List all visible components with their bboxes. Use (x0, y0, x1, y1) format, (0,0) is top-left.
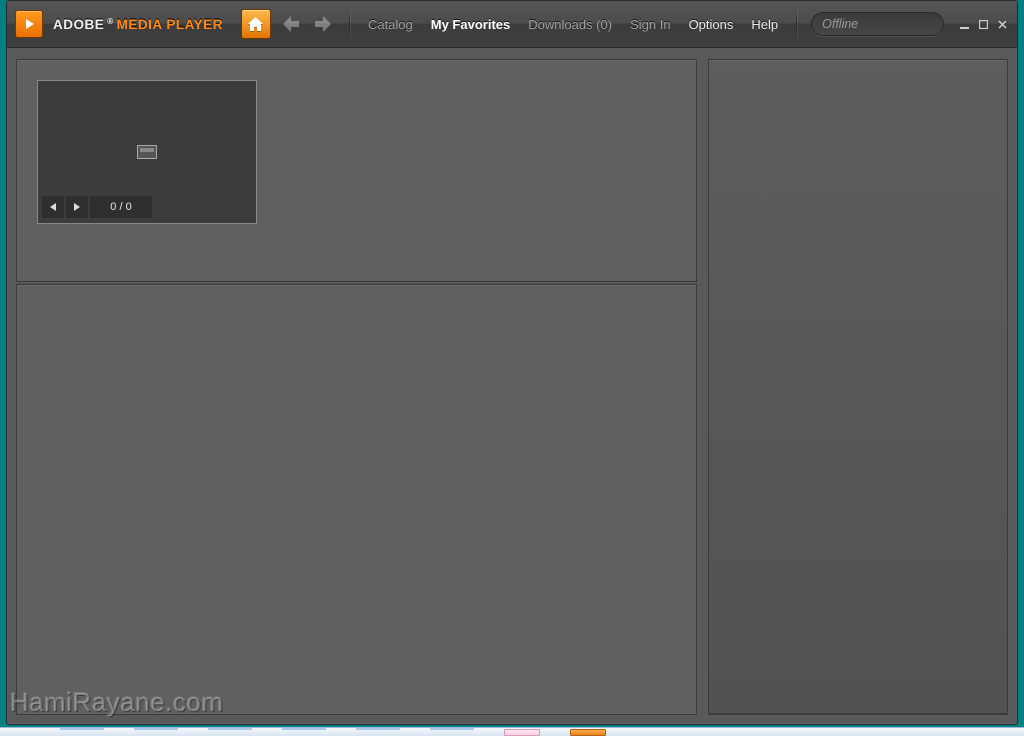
media-thumbnail[interactable]: 0 / 0 (37, 80, 257, 224)
minimize-icon (960, 20, 969, 29)
main-panel (16, 284, 697, 715)
search-placeholder: Offline (822, 17, 858, 31)
side-panel (708, 59, 1008, 715)
thumb-counter: 0 / 0 (90, 196, 152, 218)
arrow-right-icon (315, 16, 333, 32)
maximize-button[interactable] (977, 18, 990, 31)
right-column (708, 59, 1008, 715)
film-placeholder-icon (137, 145, 157, 159)
taskbar-item[interactable] (282, 728, 326, 736)
triangle-right-icon (74, 203, 80, 211)
menu-options[interactable]: Options (681, 13, 742, 36)
minimize-button[interactable] (958, 18, 971, 31)
brand-product: MEDIA PLAYER (117, 17, 223, 32)
window-controls (958, 18, 1009, 31)
main-menu: Catalog My Favorites Downloads (0) Sign … (360, 13, 786, 36)
menu-my-favorites[interactable]: My Favorites (423, 13, 518, 36)
separator (796, 9, 797, 39)
taskbar-item[interactable] (356, 728, 400, 736)
content-area: 0 / 0 (16, 59, 1008, 715)
taskbar-item[interactable] (208, 728, 252, 736)
menu-help[interactable]: Help (743, 13, 786, 36)
thumb-prev-button[interactable] (42, 196, 64, 218)
maximize-icon (979, 20, 988, 29)
menu-downloads[interactable]: Downloads (0) (520, 13, 620, 36)
brand-registered: ® (107, 17, 113, 26)
taskbar-item[interactable] (60, 728, 104, 736)
menu-catalog[interactable]: Catalog (360, 13, 421, 36)
taskbar-item[interactable] (504, 729, 540, 736)
taskbar-item[interactable] (430, 728, 474, 736)
search-input[interactable]: Offline (811, 12, 944, 36)
play-icon (26, 19, 34, 29)
taskbar-item[interactable] (134, 728, 178, 736)
taskbar-item-active[interactable] (570, 729, 606, 736)
os-taskbar[interactable] (0, 727, 1024, 736)
home-icon (247, 17, 264, 32)
close-button[interactable] (996, 18, 1009, 31)
forward-button[interactable] (309, 9, 339, 39)
topbar: ADOBE® MEDIA PLAYER Catalog My Favorites… (7, 1, 1017, 48)
app-logo-icon (15, 10, 43, 38)
close-icon (998, 20, 1007, 29)
back-button[interactable] (275, 9, 305, 39)
home-button[interactable] (241, 9, 271, 39)
gallery-panel: 0 / 0 (16, 59, 697, 282)
brand-adobe: ADOBE (53, 17, 104, 32)
app-window: ADOBE® MEDIA PLAYER Catalog My Favorites… (6, 0, 1018, 725)
thumbnail-controls: 0 / 0 (42, 195, 152, 219)
side-panel-header (709, 60, 1007, 714)
triangle-left-icon (50, 203, 56, 211)
menu-sign-in[interactable]: Sign In (622, 13, 678, 36)
arrow-left-icon (281, 16, 299, 32)
app-title: ADOBE® MEDIA PLAYER (53, 17, 223, 32)
thumb-next-button[interactable] (66, 196, 88, 218)
left-column: 0 / 0 (16, 59, 697, 715)
separator (349, 9, 350, 39)
